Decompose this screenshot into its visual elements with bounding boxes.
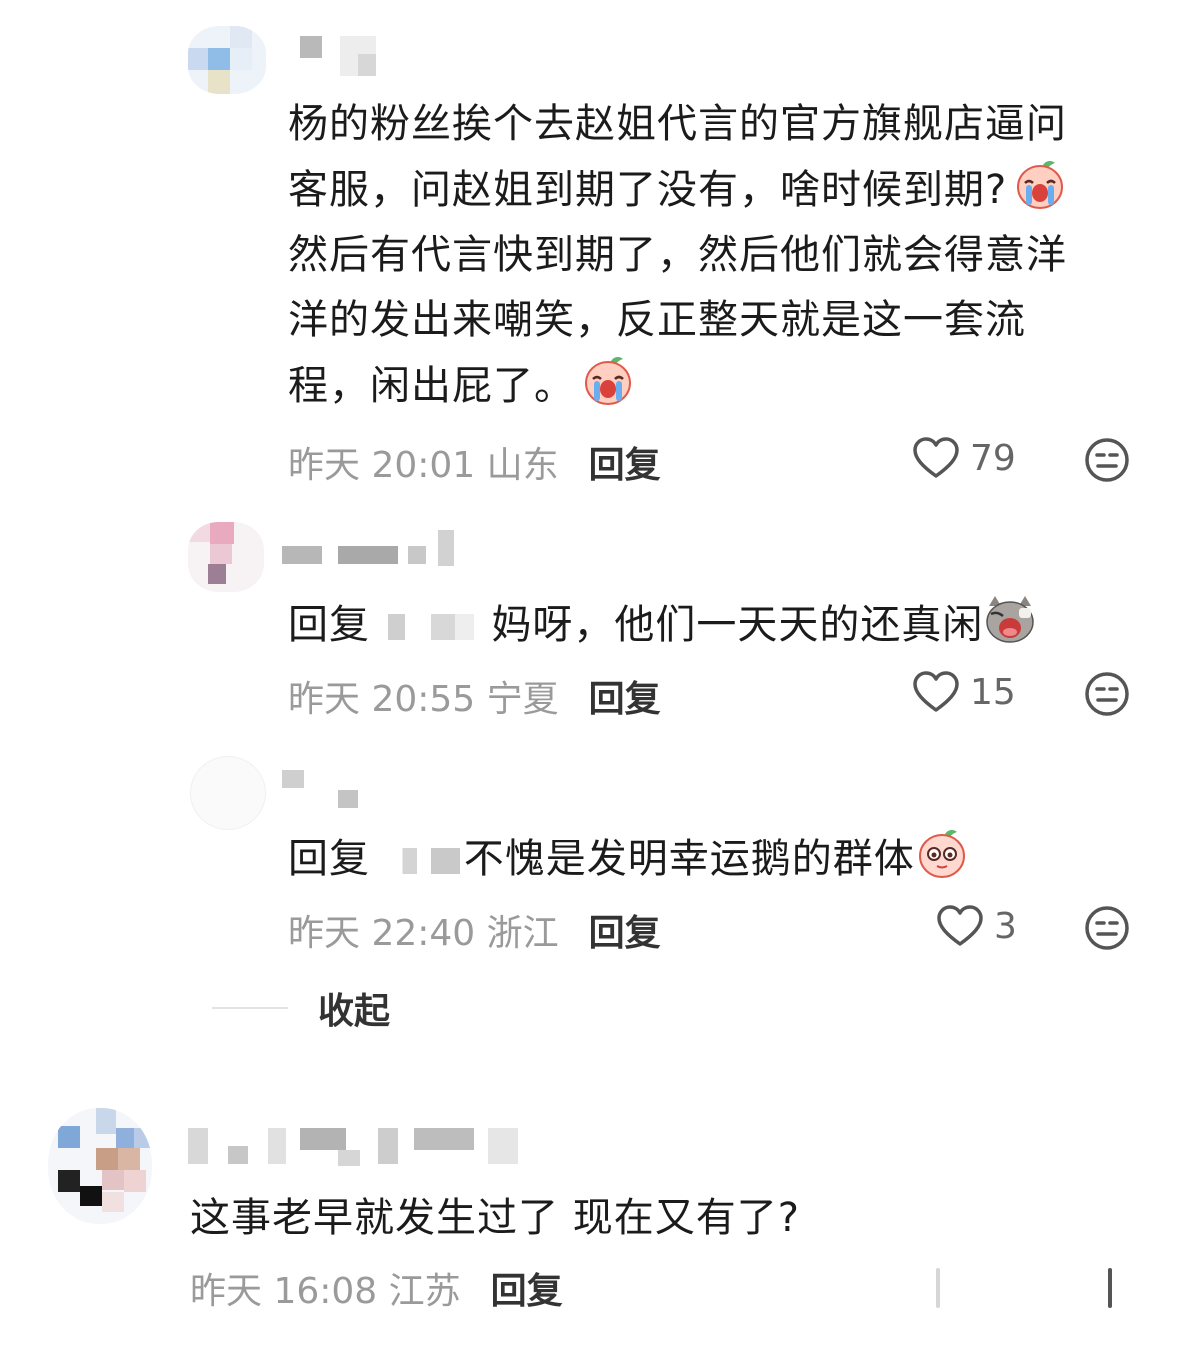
like-count: 15 xyxy=(970,671,1016,713)
comment-line-text: 客服，问赵姐到期了没有，啥时候到期? xyxy=(288,167,1008,213)
comment-time-location: 昨天 20:01 山东 xyxy=(288,445,559,486)
crying-peach-emoji xyxy=(585,357,631,405)
comment-text: 这事老早就发生过了 现在又有了? xyxy=(190,1195,800,1241)
reply-prefix: 回复 xyxy=(288,602,370,648)
avatar[interactable] xyxy=(48,1108,152,1224)
comment-meta: 昨天 22:40 浙江 回复 xyxy=(288,904,661,956)
crying-peach-emoji xyxy=(1017,161,1064,209)
avatar[interactable] xyxy=(188,522,264,592)
comment-meta: 昨天 16:08 江苏 回复 xyxy=(190,1262,563,1314)
like-button-partial[interactable] xyxy=(936,1268,940,1308)
reply-text: 不愧是发明幸运鹅的群体 xyxy=(463,836,915,882)
comment-text: 回复 妈呀，他们一天天的还真闲 xyxy=(288,592,1148,658)
teary-eyed-peach-emoji xyxy=(918,830,965,878)
collapse-label: 收起 xyxy=(318,991,391,1032)
like-button[interactable]: 15 xyxy=(912,670,1016,714)
reply-prefix: 回复 xyxy=(288,836,370,882)
comment-text: 杨的粉丝挨个去赵姐代言的官方旗舰店逼问 客服，问赵姐到期了没有，啥时候到期? 然… xyxy=(288,92,1148,419)
username-redacted[interactable] xyxy=(282,530,457,568)
reply-text: 妈呀，他们一天天的还真闲 xyxy=(491,602,984,648)
like-count: 79 xyxy=(970,437,1016,479)
reply-button[interactable]: 回复 xyxy=(589,445,661,486)
comment-line: 客服，问赵姐到期了没有，啥时候到期? xyxy=(288,157,1148,223)
heart-outline-icon xyxy=(913,671,959,712)
reply-button[interactable]: 回复 xyxy=(589,679,661,720)
comment-line: 然后有代言快到期了，然后他们就会得意洋 xyxy=(288,232,1067,278)
reply-button[interactable]: 回复 xyxy=(491,1271,563,1312)
meh-face-icon[interactable] xyxy=(1084,437,1130,483)
username-redacted[interactable] xyxy=(188,1128,533,1168)
comment-line-text: 程，闲出屁了。 xyxy=(288,363,575,409)
like-button[interactable]: 3 xyxy=(936,904,1017,948)
comment-time-location: 昨天 16:08 江苏 xyxy=(190,1271,461,1312)
avatar[interactable] xyxy=(190,756,266,830)
heart-outline-icon xyxy=(937,905,983,946)
username-redacted[interactable] xyxy=(300,36,380,76)
meh-face-icon[interactable] xyxy=(1084,671,1130,717)
dislike-button-partial[interactable] xyxy=(1108,1268,1112,1308)
divider xyxy=(212,1007,288,1009)
comment-text: 回复 不愧是发明幸运鹅的群体 xyxy=(288,826,1148,892)
collapse-replies-button[interactable]: 收起 xyxy=(212,982,390,1034)
heart-outline-icon xyxy=(913,437,959,478)
comment-meta: 昨天 20:01 山东 回复 xyxy=(288,436,661,488)
comment-time-location: 昨天 22:40 浙江 xyxy=(288,913,559,954)
meh-face-icon[interactable] xyxy=(1084,905,1130,951)
comment-line: 程，闲出屁了。 xyxy=(288,353,1148,419)
comment-meta: 昨天 20:55 宁夏 回复 xyxy=(288,670,661,722)
reply-button[interactable]: 回复 xyxy=(589,913,661,954)
mentioned-user-redacted[interactable] xyxy=(387,848,460,874)
mentioned-user-redacted[interactable] xyxy=(387,614,474,640)
avatar[interactable] xyxy=(188,26,266,94)
username-redacted[interactable] xyxy=(282,770,362,810)
comment-time-location: 昨天 20:55 宁夏 xyxy=(288,679,559,720)
comment-line: 洋的发出来嘲笑，反正整天就是这一套流 xyxy=(288,297,1026,343)
comment-line: 杨的粉丝挨个去赵姐代言的官方旗舰店逼问 xyxy=(288,101,1067,147)
like-count: 3 xyxy=(994,905,1017,947)
yawning-cat-emoji xyxy=(986,596,1035,643)
like-button[interactable]: 79 xyxy=(912,436,1016,480)
